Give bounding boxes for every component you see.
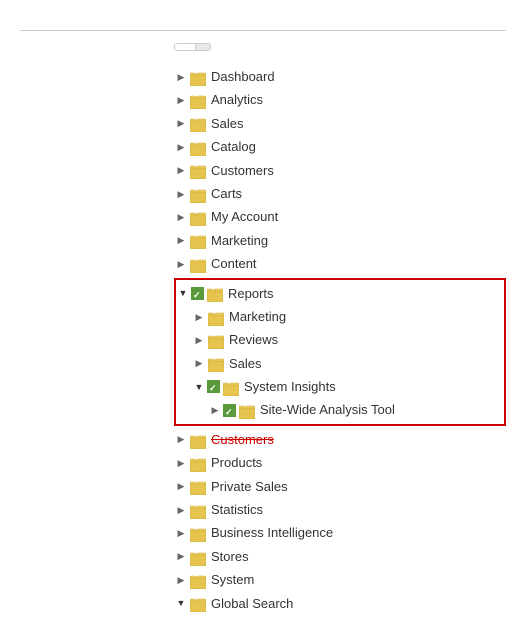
tree-item-label: Dashboard: [211, 65, 275, 88]
tree-item: ▶ My Account: [174, 205, 506, 228]
tree-item-label: Carts: [211, 182, 242, 205]
folder-icon: [190, 187, 206, 201]
tree-item: ▼ Reports: [176, 282, 504, 305]
folder-icon: [190, 140, 206, 154]
tree-arrow[interactable]: ▶: [174, 455, 188, 471]
tree-item-label: Marketing: [229, 305, 286, 328]
tree-item: ▶ Carts: [174, 182, 506, 205]
tree-arrow[interactable]: ▶: [174, 256, 188, 272]
tree-item-label: Sales: [229, 352, 262, 375]
folder-icon: [190, 93, 206, 107]
tree-item: ▶ Reviews: [176, 328, 504, 351]
folder-icon: [190, 233, 206, 247]
tree-item: ▶ Sales: [176, 352, 504, 375]
resource-access-select[interactable]: [174, 43, 211, 51]
folder-icon: [190, 116, 206, 130]
tree-item-label: System: [211, 568, 254, 591]
tree-arrow[interactable]: ▶: [174, 162, 188, 178]
tree-item: ▶ Marketing: [176, 305, 504, 328]
folder-icon: [190, 70, 206, 84]
tree-arrow[interactable]: ▶: [174, 139, 188, 155]
tree-item: ▶ Analytics: [174, 88, 506, 111]
tree-item: ▶ Statistics: [174, 498, 506, 521]
tree-item-label: Customers: [211, 428, 274, 451]
tree-arrow[interactable]: ▶: [208, 402, 222, 418]
tree-arrow[interactable]: ▼: [192, 379, 206, 395]
tree-arrow[interactable]: ▶: [174, 431, 188, 447]
tree-arrow[interactable]: ▶: [192, 332, 206, 348]
tree-item: ▼ Global Search: [174, 592, 506, 615]
folder-icon: [190, 257, 206, 271]
tree-item-label: Analytics: [211, 88, 263, 111]
tree-arrow[interactable]: ▶: [192, 355, 206, 371]
tree-item: ▶ System: [174, 568, 506, 591]
tree-item-label: Sales: [211, 112, 244, 135]
folder-icon: [190, 210, 206, 224]
tree-item-label: Statistics: [211, 498, 263, 521]
tree-item: ▶ Dashboard: [174, 65, 506, 88]
tree-arrow[interactable]: ▶: [174, 92, 188, 108]
folder-icon: [190, 503, 206, 517]
tree-arrow[interactable]: ▶: [174, 502, 188, 518]
tree-item-label: Content: [211, 252, 257, 275]
tree-item: ▶ Sales: [174, 112, 506, 135]
tree-arrow[interactable]: ▶: [174, 186, 188, 202]
tree-item: ▶ Customers: [174, 159, 506, 182]
select-arrow-icon[interactable]: [196, 44, 210, 50]
folder-icon: [190, 596, 206, 610]
folder-icon: [208, 356, 224, 370]
tree-item: ▶ Site-Wide Analysis Tool: [176, 398, 504, 421]
tree-item-label: Customers: [211, 159, 274, 182]
tree-item: ▶ Catalog: [174, 135, 506, 158]
resources-tree: ▶ Dashboard ▶ Analytics ▶ Sales ▶ Catalo…: [174, 65, 506, 615]
folder-icon: [208, 310, 224, 324]
tree-item: ▶ Business Intelligence: [174, 521, 506, 544]
folder-icon: [190, 163, 206, 177]
tree-item: ▶ Content: [174, 252, 506, 275]
folder-icon: [239, 403, 255, 417]
page-title: [20, 20, 506, 31]
tree-item-label: Reviews: [229, 328, 278, 351]
tree-item-label: Private Sales: [211, 475, 288, 498]
tree-arrow[interactable]: ▶: [192, 309, 206, 325]
tree-item-label: Products: [211, 451, 262, 474]
tree-item-label: Reports: [228, 282, 274, 305]
tree-arrow[interactable]: ▶: [174, 209, 188, 225]
tree-item-label: My Account: [211, 205, 278, 228]
tree-arrow[interactable]: ▶: [174, 69, 188, 85]
tree-arrow[interactable]: ▶: [174, 572, 188, 588]
tree-arrow[interactable]: ▼: [176, 285, 190, 301]
tree-item-label: Site-Wide Analysis Tool: [260, 398, 395, 421]
checkbox-checked[interactable]: [207, 380, 220, 393]
folder-icon: [208, 333, 224, 347]
tree-item-label: Global Search: [211, 592, 293, 615]
folder-icon: [190, 456, 206, 470]
tree-arrow[interactable]: ▶: [174, 478, 188, 494]
folder-icon: [207, 286, 223, 300]
folder-icon: [190, 479, 206, 493]
folder-icon: [223, 380, 239, 394]
tree-item-label: Marketing: [211, 229, 268, 252]
tree-arrow[interactable]: ▶: [174, 232, 188, 248]
tree-item: ▼ System Insights: [176, 375, 504, 398]
tree-item: ▶ Marketing: [174, 229, 506, 252]
select-value: [175, 44, 196, 50]
tree-item: ▶ Customers: [174, 428, 506, 451]
tree-item: ▶ Products: [174, 451, 506, 474]
checkbox-checked[interactable]: [191, 287, 204, 300]
highlight-box: ▼ Reports ▶ Marketing ▶ Reviews ▶ Sales …: [174, 278, 506, 426]
tree-arrow[interactable]: ▶: [174, 115, 188, 131]
resources-label: [40, 65, 160, 67]
tree-item: ▶ Private Sales: [174, 475, 506, 498]
tree-item-label: System Insights: [244, 375, 336, 398]
folder-icon: [190, 526, 206, 540]
tree-item-label: Business Intelligence: [211, 521, 333, 544]
checkbox-checked[interactable]: [223, 404, 236, 417]
folder-icon: [190, 433, 206, 447]
tree-item-label: Catalog: [211, 135, 256, 158]
tree-arrow[interactable]: ▼: [174, 595, 188, 611]
tree-arrow[interactable]: ▶: [174, 525, 188, 541]
folder-icon: [190, 573, 206, 587]
